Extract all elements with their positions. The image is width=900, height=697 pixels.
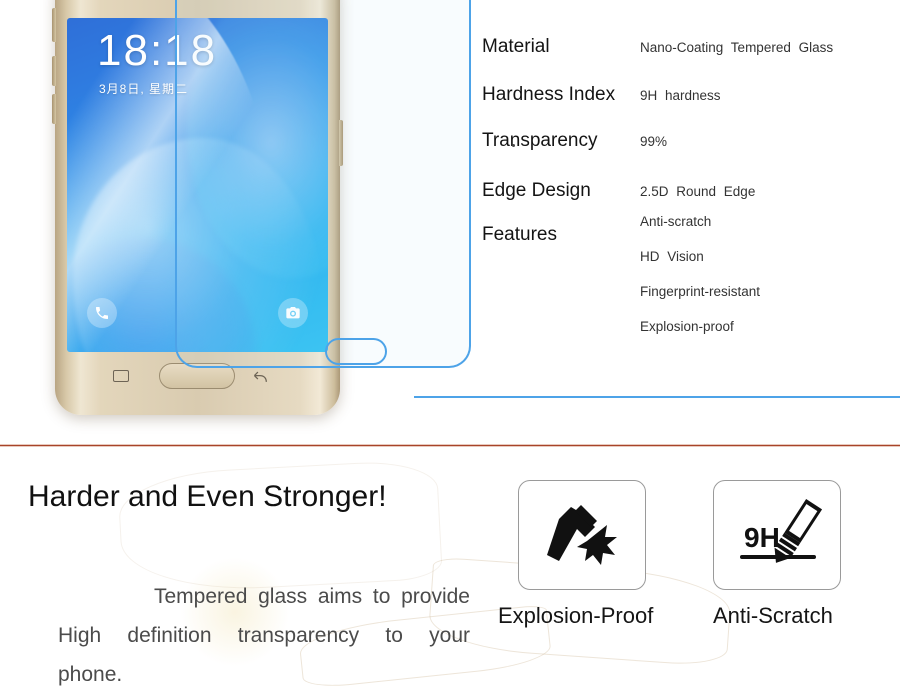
spec-label: Material <box>482 36 550 57</box>
promo-section: Harder and Even Stronger! Tempered glass… <box>0 447 900 697</box>
nav-recents-button[interactable] <box>113 370 129 382</box>
spec-value: 99% <box>640 134 668 149</box>
lockscreen-clock: 18:18 <box>97 26 218 75</box>
pencil-9h-hardness-icon: 9H <box>740 499 823 563</box>
hammer-impact-icon <box>547 505 617 565</box>
spec-label: Features <box>482 224 557 245</box>
feature-item: HD Vision <box>640 249 704 264</box>
nav-back-button[interactable] <box>251 370 267 382</box>
spec-value: 9H hardness <box>640 88 721 103</box>
product-detail-image: 18:18 3月8日, 星期二 Material Nano-Coating Te… <box>0 0 900 697</box>
spec-value: 2.5D Round Edge <box>640 184 756 199</box>
spec-label: Edge Design <box>482 180 591 201</box>
nav-home-button[interactable] <box>159 363 235 389</box>
phone-volume-down-key <box>52 56 56 86</box>
explosion-proof-badge <box>518 480 646 590</box>
phone-body: 18:18 3月8日, 星期二 <box>52 0 343 415</box>
promo-body-text: Tempered glass aims to provide High defi… <box>58 585 470 686</box>
anti-scratch-label: Anti-Scratch <box>713 603 833 628</box>
phone-with-screen-protector-figure: 18:18 3月8日, 星期二 <box>52 0 471 415</box>
promo-headline: Harder and Even Stronger! <box>28 480 387 513</box>
svg-text:9H: 9H <box>744 522 780 553</box>
feature-item: Explosion-proof <box>640 319 734 334</box>
artifact-dot <box>512 144 515 147</box>
screen-protector-home-cutout <box>325 338 387 365</box>
feature-item: Fingerprint-resistant <box>640 284 761 299</box>
spec-label: Transparency <box>482 130 598 151</box>
spec-label: Hardness Index <box>482 84 616 105</box>
anti-scratch-badge: 9H <box>713 480 841 590</box>
lockscreen-date: 3月8日, 星期二 <box>99 82 189 96</box>
screen-protector-leader-line <box>414 396 900 398</box>
camera-icon[interactable] <box>278 298 308 328</box>
feature-item: Anti-scratch <box>640 214 712 229</box>
phone-power-key <box>339 120 343 166</box>
phone-screen: 18:18 3月8日, 星期二 <box>67 18 328 352</box>
specs-section: 18:18 3月8日, 星期二 Material Nano-Coating Te… <box>0 0 900 445</box>
phone-volume-up-key <box>52 8 56 42</box>
features-value-list: Anti-scratch HD Vision Fingerprint-resis… <box>640 214 760 354</box>
phone-side-key <box>52 94 56 124</box>
phone-icon[interactable] <box>87 298 117 328</box>
spec-value: Nano-Coating Tempered Glass <box>640 40 834 55</box>
explosion-proof-label: Explosion-Proof <box>498 603 654 628</box>
